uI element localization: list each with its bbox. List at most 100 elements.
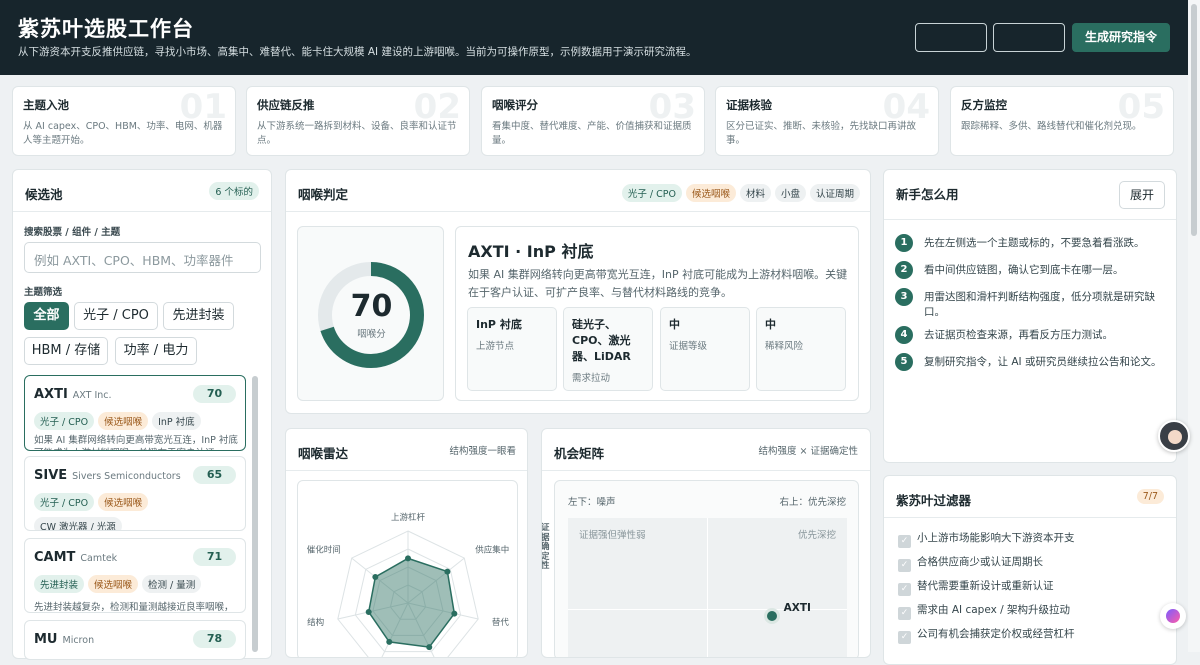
radar-axis-label: 上游杠杆 [391,512,426,523]
fact-value: InP 衬底 [476,318,522,331]
step-title: 证据核验 [726,98,772,112]
tag: 候选咽喉 [98,493,149,511]
candidate-item-axti[interactable]: AXTI AXT Inc. 70 光子 / CPO 候选咽喉 InP 衬底 如果 AI… [24,375,246,451]
filter-item[interactable]: ✓ 小上游市场能影响大下游资本开支 [898,530,1075,548]
tag: 光子 / CPO [621,184,682,202]
step-number-badge: 2 [895,261,913,279]
step-number-badge: 5 [895,353,913,371]
radar-point [426,644,433,651]
matrix-title: 机会矩阵 [554,446,605,461]
score-ring-card: 70 咽喉分 [297,226,444,401]
verdict-title: 咽喉判定 [298,187,349,202]
app-title: 紫苏叶选股工作台 [18,17,194,41]
candidate-item-mu[interactable]: MU Micron 78 [24,620,246,660]
matrix-point-axti[interactable] [763,608,780,624]
chip-power[interactable]: 功率 / 电力 [115,337,197,365]
company-desc: 如果 AI 集群网络转向更高带宽光互连，InP 衬底可能成为上游材料咽喉。关键在… [468,268,848,299]
candidate-item-sive[interactable]: SIVE Sivers Semiconductors 65 光子 / CPO 候选咽… [24,456,246,531]
company-name: Micron [62,635,95,646]
radar-point [405,555,411,562]
radar-note: 结构强度一眼看 [449,446,516,457]
pool-title: 候选池 [25,187,63,202]
tag: 认证周期 [809,184,860,202]
matrix-y-label: 证据确定性 [541,523,550,571]
radar-chart: 上游杠杆供应集中替代产能瓶证据质量结构催化时间 [307,512,510,657]
score-badge: 70 [193,385,236,403]
tag: 候选咽喉 [685,184,736,202]
page-scrollbar[interactable] [1188,0,1200,652]
fact-key: 上游节点 [476,341,515,352]
matrix-panel: 机会矩阵 结构强度 × 证据确定性 左下：噪声 右上：优先深挖 证据强但弹性弱 … [541,428,871,658]
matrix-axis-v [707,518,708,657]
tag: 材料 [739,184,771,202]
generate-instruction-button[interactable]: 生成研究指令 [1072,23,1170,52]
fact-key: 需求拉动 [572,373,611,384]
checkbox-icon[interactable]: ✓ [898,631,911,644]
fact-evidence: 中证据等级 [660,307,750,391]
filter-count-badge: 7/7 [1136,489,1164,504]
tag: 光子 / CPO [34,493,95,511]
filter-label: 主题筛选 [24,287,63,298]
step-title: 咽喉评分 [492,98,538,112]
header-button-1[interactable] [915,23,987,52]
step-card-4: 04 证据核验 区分已证实、推断、未核验，先找缺口再讲故事。 [715,86,939,156]
tag: 光子 / CPO [34,412,95,430]
checkbox-icon[interactable]: ✓ [898,559,911,572]
score-label: 咽喉分 [357,329,386,340]
filter-item[interactable]: ✓ 公司有机会捕获定价权或经营杠杆 [898,626,1075,644]
chip-hbm[interactable]: HBM / 存储 [24,337,108,365]
tag: InP 衬底 [152,412,201,430]
filter-item[interactable]: ✓ 需求由 AI capex / 架构升级拉动 [898,602,1070,620]
candidate-desc: 先进封装越复杂，检测和量测越接近良率咽喉，该类设备商，但只是小公司，但能通过工 [34,602,234,613]
ticker: SIVE [34,468,68,483]
guide-step-text: 用雷达图和滑杆判断结构强度，低分项就是研究缺口。 [924,291,1155,318]
radar-frame: 上游杠杆供应集中替代产能瓶证据质量结构催化时间 [297,480,518,657]
filter-item-label: 公司有机会捕获定价权或经营杠杆 [917,628,1075,640]
step-number-badge: 4 [895,326,913,344]
matrix-grid: 证据强但弹性弱 优先深挖 AXTI [568,518,847,657]
radar-point [451,610,458,617]
step-card-3: 03 咽喉评分 看集中度、替代难度、产能、价值捕获和证据质量。 [481,86,705,156]
fact-value: 中 [669,318,680,331]
expand-button[interactable]: 展开 [1119,181,1165,209]
checkbox-icon[interactable]: ✓ [898,535,911,548]
chip-packaging[interactable]: 先进封装 [163,302,234,330]
filter-item-label: 合格供应商少或认证周期长 [917,556,1043,568]
guide-title: 新手怎么用 [896,187,959,202]
assistant-avatar[interactable] [1158,420,1190,452]
radar-point [444,568,451,575]
step-title: 主题入池 [23,98,69,112]
radar-point [365,608,372,615]
candidate-desc: 如果 AI 集群网络转向更高带宽光互连，InP 衬底可能成为上游材料咽喉，关键在… [34,435,238,450]
fact-value: 硅光子、CPO、激光器、LiDAR [572,318,631,363]
checkbox-icon[interactable]: ✓ [898,583,911,596]
step-number-badge: 3 [895,288,913,306]
chip-photonics[interactable]: 光子 / CPO [74,302,158,330]
radar-axis-label: 供应集中 [475,544,509,555]
filter-item[interactable]: ✓ 替代需要重新设计或重新认证 [898,578,1054,596]
radar-axis-label: 催化时间 [307,544,341,555]
candidate-item-camt[interactable]: CAMT Camtek 71 先进封装 候选咽喉 检测 / 量测 先进封装越复杂，检测… [24,538,246,613]
step-desc: 看集中度、替代难度、产能、价值捕获和证据质量。 [492,121,692,146]
divider [286,211,870,212]
divider [884,517,1176,518]
matrix-corner-tr: 右上：优先深挖 [779,497,846,508]
filter-item-label: 替代需要重新设计或重新认证 [917,580,1054,592]
filter-item[interactable]: ✓ 合格供应商少或认证周期长 [898,554,1043,572]
header: 紫苏叶选股工作台 从下游资本开支反推供应链，寻找小市场、高集中、难替代、能卡住大… [0,0,1188,75]
company-title: AXTI · InP 衬底 [468,242,594,261]
checkbox-icon[interactable]: ✓ [898,607,911,620]
pool-scrollbar[interactable] [252,376,258,652]
step-card-5: 05 反方监控 跟踪稀释、多供、路线替代和催化剂兑现。 [950,86,1174,156]
header-button-2[interactable] [993,23,1065,52]
radar-axis-label: 替代 [492,617,510,628]
ai-helper-button[interactable] [1160,603,1186,629]
filter-title: 紫苏叶过滤器 [896,493,972,508]
score-badge: 65 [193,466,236,484]
tag: 候选咽喉 [98,412,149,430]
search-input[interactable]: 例如 AXTI、CPO、HBM、功率器件 [24,242,261,273]
chip-all[interactable]: 全部 [24,302,69,330]
tag: 候选咽喉 [88,575,139,593]
score-badge: 78 [193,630,236,648]
matrix-frame: 左下：噪声 右上：优先深挖 证据强但弹性弱 优先深挖 AXTI [554,480,859,657]
